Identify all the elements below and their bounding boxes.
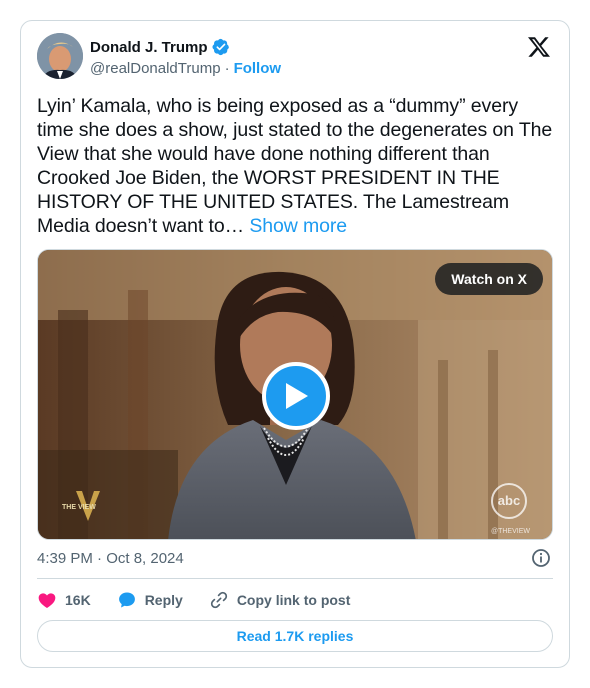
reply-label: Reply [144, 592, 183, 608]
heart-icon [38, 593, 56, 608]
tweet-card: Donald J. Trump @realDonaldTrump · Follo… [20, 20, 570, 668]
reply-bubble-icon [118, 592, 135, 608]
x-logo-icon[interactable] [527, 35, 551, 59]
divider [37, 578, 553, 579]
play-icon [286, 383, 308, 409]
handle-separator: · [224, 60, 230, 77]
copy-link-label: Copy link to post [236, 592, 351, 608]
reply-button[interactable]: Reply [117, 590, 183, 610]
author-avatar[interactable] [37, 33, 83, 79]
tweet-timestamp[interactable]: 4:39 PM · Oct 8, 2024 [37, 550, 184, 567]
the-view-logo-icon: THE VIEW [62, 491, 100, 521]
author-name[interactable]: Donald J. Trump [90, 39, 208, 56]
play-button[interactable] [262, 362, 330, 430]
author-handle-row: @realDonaldTrump · Follow [90, 60, 281, 77]
action-bar: 16K Reply Copy link to post [37, 589, 376, 611]
show-more-link[interactable]: Show more [249, 215, 347, 237]
author-handle[interactable]: @realDonaldTrump [90, 60, 221, 77]
link-icon [210, 591, 227, 609]
video-player[interactable]: Watch on X THE VIEW abc @THEVIEW [37, 249, 553, 540]
watch-on-x-button[interactable]: Watch on X [435, 263, 543, 295]
abc-network-logo: abc [491, 483, 527, 519]
read-replies-button[interactable]: Read 1.7K replies [37, 620, 553, 652]
tweet-text: Lyin’ Kamala, who is being exposed as a … [37, 94, 557, 238]
author-name-row: Donald J. Trump [90, 38, 230, 56]
copy-link-button[interactable]: Copy link to post [209, 590, 351, 610]
verified-badge-icon [212, 38, 229, 56]
follow-button[interactable]: Follow [234, 60, 282, 77]
info-icon[interactable] [531, 548, 551, 568]
like-button[interactable]: 16K [37, 590, 91, 610]
show-logo-text: THE VIEW [62, 504, 96, 511]
like-count: 16K [65, 592, 91, 608]
network-tag: @THEVIEW [491, 528, 530, 535]
